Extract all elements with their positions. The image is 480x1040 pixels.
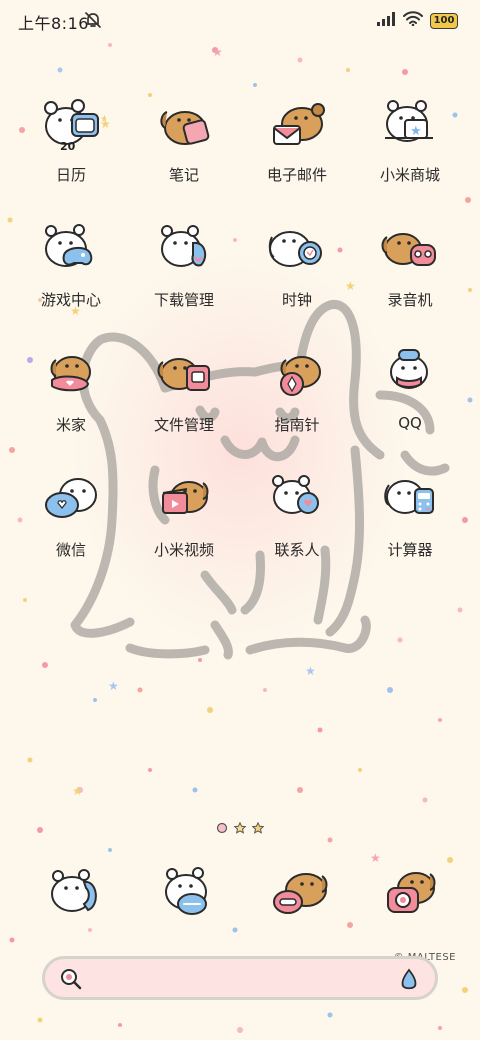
app-recorder[interactable]: 录音机 [355, 219, 465, 310]
file-manager-icon [149, 344, 219, 408]
app-notes[interactable]: 笔记 [129, 94, 239, 185]
page-dot[interactable] [216, 822, 228, 834]
dock-phone[interactable] [40, 862, 120, 926]
svg-text:★: ★ [72, 784, 83, 798]
status-time: 上午8:16 [18, 14, 89, 33]
search-icon[interactable] [59, 967, 83, 995]
app-label: 微信 [55, 541, 86, 559]
app-wechat[interactable]: 微信 [16, 469, 126, 560]
svg-text:★: ★ [410, 124, 422, 139]
game-center-icon [36, 219, 106, 283]
email-icon [262, 94, 332, 158]
page-indicator[interactable] [0, 822, 480, 834]
app-label: 小米视频 [153, 541, 214, 559]
svg-text:★: ★ [305, 664, 316, 678]
mi-video-icon [149, 469, 219, 533]
app-clock[interactable]: 时钟 [242, 219, 352, 310]
battery-icon: 100 [430, 12, 458, 29]
app-label: 小米商城 [379, 166, 440, 184]
wechat-icon [36, 469, 106, 533]
app-email[interactable]: 电子邮件 [242, 94, 352, 185]
app-label: 录音机 [387, 291, 433, 309]
app-label: 计算器 [387, 541, 433, 559]
compass-icon [262, 344, 332, 408]
svg-text:★: ★ [212, 45, 223, 59]
app-label: 文件管理 [153, 416, 214, 434]
app-calculator[interactable]: 计算器 [355, 469, 465, 560]
page-dot-active[interactable] [234, 822, 246, 834]
assistant-icon[interactable] [397, 967, 421, 995]
dock-messages[interactable] [152, 862, 232, 926]
qq-icon [375, 344, 445, 408]
app-label: 电子邮件 [266, 166, 327, 184]
app-mi-store[interactable]: ★ 小米商城 [355, 94, 465, 185]
app-file-manager[interactable]: 文件管理 [129, 344, 239, 435]
app-contacts[interactable]: 联系人 [242, 469, 352, 560]
signal-icon [376, 11, 396, 30]
app-calendar[interactable]: ★ 20 日历 [16, 94, 126, 185]
app-label: 米家 [55, 416, 86, 434]
app-label: 笔记 [168, 166, 199, 184]
download-manager-icon [149, 219, 219, 283]
svg-text:★: ★ [108, 679, 119, 693]
recorder-icon [375, 219, 445, 283]
dock-camera[interactable] [376, 862, 456, 926]
silent-mode-icon [84, 11, 102, 33]
app-label: 下载管理 [153, 291, 214, 309]
camera-icon [387, 872, 436, 913]
app-label: 指南针 [274, 416, 320, 434]
app-game-center[interactable]: 游戏中心 [16, 219, 126, 310]
clock-icon [262, 219, 332, 283]
wifi-icon [403, 11, 423, 30]
svg-text:★: ★ [100, 114, 106, 125]
messages-icon [165, 867, 207, 915]
contacts-icon [262, 469, 332, 533]
app-label: QQ [398, 414, 422, 432]
app-qq[interactable]: QQ [355, 344, 465, 432]
app-compass[interactable]: 指南针 [242, 344, 352, 435]
notes-icon [149, 94, 219, 158]
mi-home-icon [36, 344, 106, 408]
calendar-icon: ★ 20 [36, 94, 109, 158]
search-bar[interactable] [42, 956, 438, 1000]
app-label: 时钟 [281, 291, 312, 309]
phone-icon [51, 869, 97, 912]
browser-icon [273, 873, 328, 914]
app-label: 日历 [55, 166, 86, 184]
mi-store-icon: ★ [375, 94, 445, 158]
app-mi-home[interactable]: 米家 [16, 344, 126, 435]
app-label: 游戏中心 [40, 291, 101, 309]
app-mi-video[interactable]: 小米视频 [129, 469, 239, 560]
calendar-date: 20 [60, 140, 76, 153]
calculator-icon [375, 469, 445, 533]
status-bar: 上午8:16 100 [0, 0, 480, 40]
dock-browser[interactable] [264, 862, 344, 926]
page-dot[interactable] [252, 822, 264, 834]
app-download-manager[interactable]: 下载管理 [129, 219, 239, 310]
app-label: 联系人 [274, 541, 320, 559]
